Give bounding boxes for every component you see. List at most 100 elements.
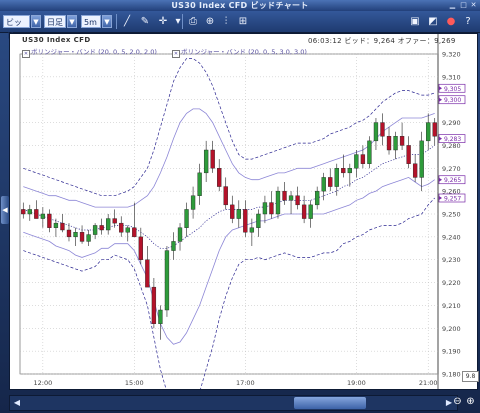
price-type-dropdown-icon[interactable]: ▼ [31, 15, 41, 28]
indicator-item[interactable]: ✕ ボリンジャー・バンド (20, 0, 5, 3.0, 3.0) [172, 46, 307, 58]
candle-body [275, 190, 281, 215]
print-icon[interactable]: ⎙ [186, 15, 200, 28]
chart-area[interactable]: 9,3209,3109,3009,2909,2809,2709,2609,250… [9, 33, 478, 390]
candle-body [301, 204, 307, 219]
candle-body [21, 209, 26, 215]
candle-body [334, 168, 339, 187]
candle-body [53, 222, 59, 228]
candle-body [341, 168, 346, 174]
minimize-icon[interactable]: ▁ [448, 1, 457, 9]
time-axis: 12:00 15:00 17:00 19:00 21:00 [33, 379, 437, 387]
candle-body [243, 209, 248, 233]
chart-style-select[interactable]: 日足 [44, 15, 66, 28]
symbol-label: US30 Index CFD [22, 36, 91, 44]
candle-body [223, 186, 228, 206]
side-panel-handle[interactable]: ◀ [1, 196, 9, 224]
candle-body [151, 286, 157, 324]
y-tick-label: 9,310 [442, 73, 461, 81]
candle-body [99, 225, 104, 231]
x-tick-label: 12:00 [33, 379, 52, 387]
close-icon[interactable]: ✕ [469, 1, 478, 9]
candle-body [308, 204, 313, 219]
candle-body [393, 136, 398, 151]
candle-body [262, 202, 268, 215]
indicator-checkbox[interactable]: ✕ [22, 50, 30, 58]
toolbar: ビッド ▼ 日足 ▼ 5m ▼ ╱ ✎ ✛ ▾ ⎙ ⊕ ⫶ ⊞ ▣ ◩ ● ? [0, 11, 480, 40]
quote-readout: 06:03:12 ビッド：9,264 オファー：9,269 [308, 37, 456, 45]
y-tick-label: 9,270 [442, 165, 461, 173]
indicator-label: ボリンジャー・バンド (20, 0, 5, 2.0, 2.0) [31, 48, 157, 56]
price-type-select[interactable]: ビッド [3, 15, 30, 40]
candle-body [184, 209, 189, 228]
chart-window-icon[interactable]: ▣ [408, 15, 422, 28]
candle-body [210, 149, 215, 169]
crosshair-icon[interactable]: ✛ [156, 15, 170, 28]
price-marker-label: 9,265 [444, 177, 461, 184]
candle-body [347, 168, 352, 174]
candle-body [295, 195, 300, 206]
alert-icon[interactable]: ● [444, 15, 458, 28]
candle-body [177, 227, 183, 242]
draw-line-icon[interactable]: ╱ [120, 15, 134, 28]
y-tick-label: 9,210 [442, 302, 461, 310]
candle-body [367, 140, 372, 164]
scroll-left-icon[interactable]: ◀ [11, 397, 23, 409]
candle-body [380, 122, 385, 137]
candle-body [132, 227, 137, 238]
candle-body [60, 222, 65, 231]
zoom-in-icon[interactable]: ⊕ [465, 396, 476, 408]
candle-body [315, 190, 320, 206]
candle-body [112, 218, 117, 224]
maximize-icon[interactable]: □ [459, 1, 468, 9]
candle-body [249, 227, 255, 233]
y-tick-label: 9,320 [442, 51, 461, 59]
y-tick-label: 9,200 [442, 325, 461, 333]
candle-body [419, 140, 424, 178]
candle-body [282, 190, 287, 201]
indicator-icon[interactable]: ⫶ [219, 15, 233, 28]
trend-tool-icon[interactable]: ✎ [138, 15, 152, 28]
candle-body [432, 122, 437, 137]
chart-style-dropdown-icon[interactable]: ▼ [67, 15, 77, 28]
candle-body [203, 149, 209, 174]
grid-icon[interactable]: ⊞ [236, 15, 250, 28]
candle-body [190, 195, 196, 210]
candle-body [360, 154, 366, 164]
y-tick-label: 9,290 [442, 119, 461, 127]
candle-body [92, 225, 98, 235]
indicator-checkbox[interactable]: ✕ [172, 50, 180, 58]
timeframe-dropdown-icon[interactable]: ▼ [102, 15, 112, 28]
title-bar[interactable]: US30 Index CFD ビッドチャート ▁ □ ✕ [0, 0, 480, 11]
candle-body [386, 136, 392, 151]
time-scrollbar[interactable]: ◀ ▶ [9, 395, 458, 411]
chart-type-icon[interactable]: ◩ [426, 15, 440, 28]
candle-body [106, 218, 111, 231]
y-tick-label: 9,250 [442, 211, 461, 219]
x-tick-label: 21:00 [419, 379, 438, 387]
y-tick-label: 9,230 [442, 256, 461, 264]
band-inner_lower [23, 176, 435, 345]
indicator-item[interactable]: ✕ ボリンジャー・バンド (20, 0, 5, 2.0, 2.0) [22, 46, 157, 58]
plot-border [19, 53, 439, 375]
candle-body [27, 209, 32, 215]
y-tick-label: 9,190 [442, 348, 461, 356]
y-tick-label: 9,280 [442, 142, 461, 150]
zoom-icon[interactable]: ⊕ [203, 15, 217, 28]
candle-body [399, 136, 405, 146]
bollinger-bands [23, 58, 435, 389]
candle-body [256, 213, 261, 228]
candle-body [328, 177, 333, 187]
price-chart[interactable]: 9,3209,3109,3009,2909,2809,2709,2609,250… [10, 34, 477, 389]
help-icon[interactable]: ? [461, 15, 475, 28]
candle-body [40, 213, 46, 219]
zoom-out-icon[interactable]: ⊖ [452, 396, 463, 408]
candle-body [236, 209, 241, 219]
candle-body [79, 232, 85, 242]
scroll-thumb[interactable] [294, 397, 366, 409]
candle-body [66, 229, 72, 238]
timeframe-select[interactable]: 5m [81, 15, 101, 28]
x-tick-label: 17:00 [236, 379, 255, 387]
price-marker-label: 9,305 [444, 86, 461, 93]
candles [21, 113, 437, 340]
chart-grid [19, 34, 439, 389]
